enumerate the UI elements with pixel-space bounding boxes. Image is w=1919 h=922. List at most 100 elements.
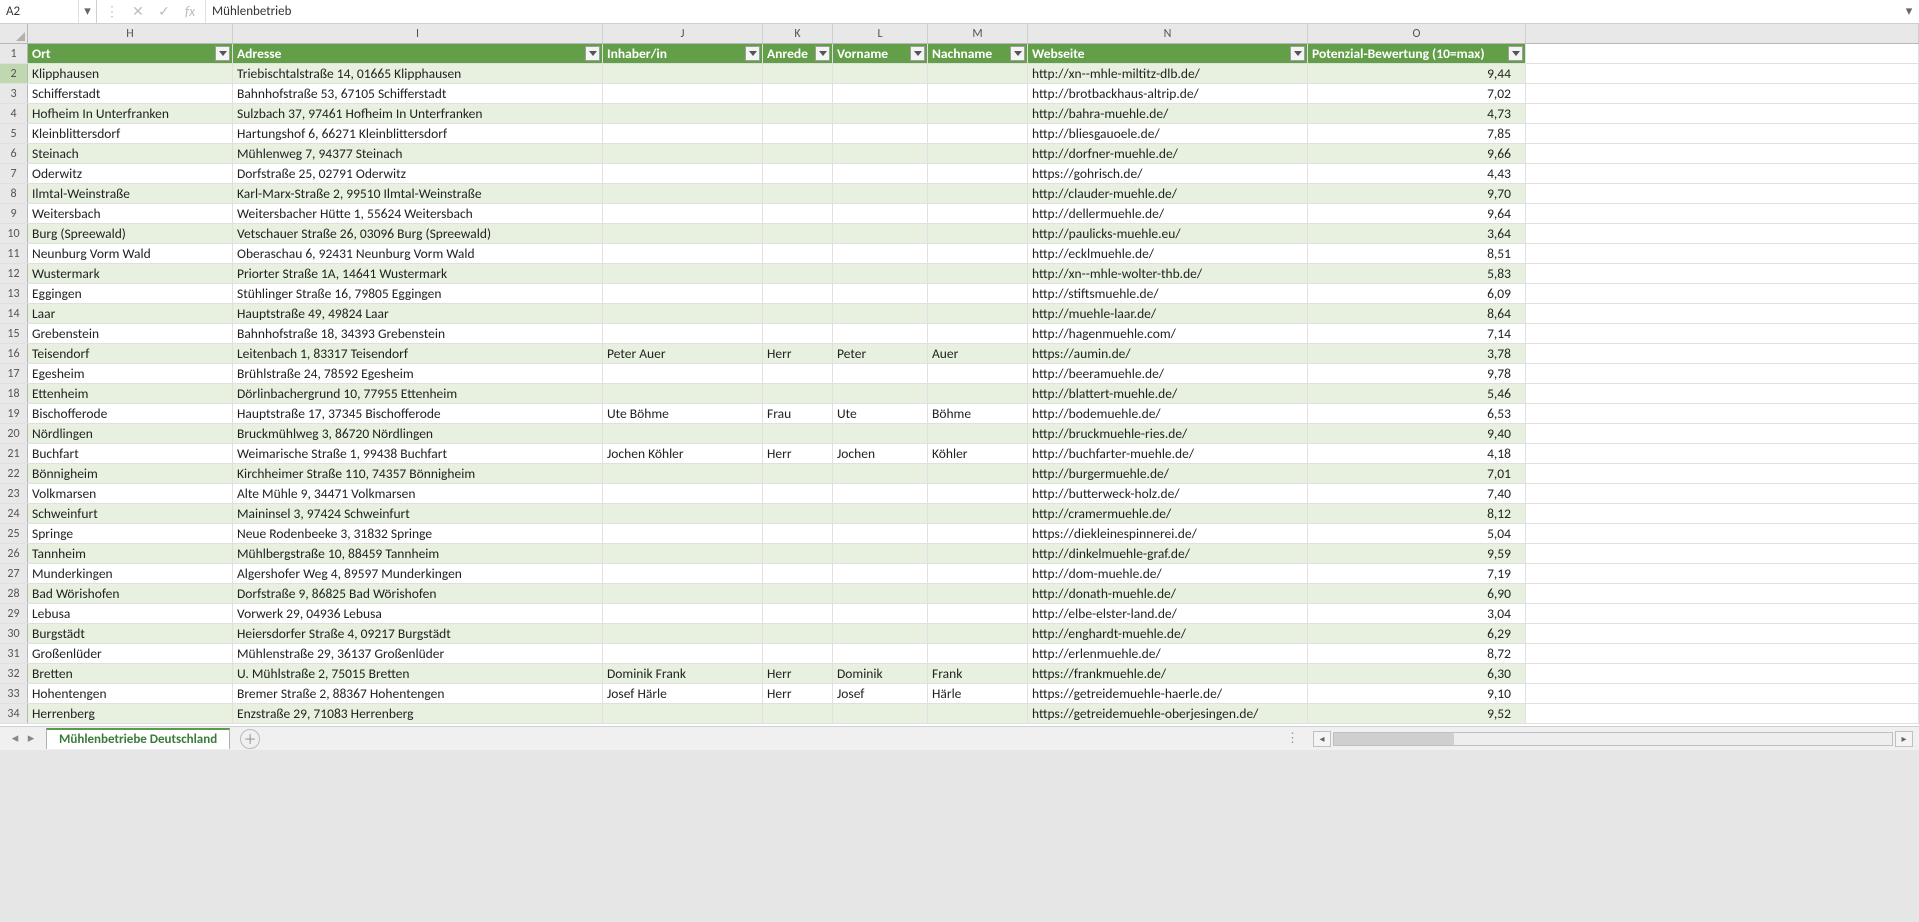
row-number[interactable]: 23 (0, 484, 28, 503)
cell-inhaber[interactable] (603, 64, 763, 83)
cell-webseite[interactable]: http://elbe-elster-land.de/ (1028, 604, 1308, 623)
filter-button-icon[interactable] (1290, 46, 1305, 61)
cell-vorname[interactable] (833, 164, 928, 183)
cell-webseite[interactable]: http://dorfner-muehle.de/ (1028, 144, 1308, 163)
filter-button-icon[interactable] (1010, 46, 1025, 61)
column-header-K[interactable]: K (763, 24, 833, 43)
scroll-thumb[interactable] (1334, 733, 1454, 745)
cell-webseite[interactable]: http://xn--mhle-miltitz-dlb.de/ (1028, 64, 1308, 83)
row-number[interactable]: 30 (0, 624, 28, 643)
cell-webseite[interactable]: http://buchfarter-muehle.de/ (1028, 444, 1308, 463)
cell-webseite[interactable]: http://dellermuehle.de/ (1028, 204, 1308, 223)
cell-vorname[interactable] (833, 464, 928, 483)
cell-ort[interactable]: Ilmtal-Weinstraße (28, 184, 233, 203)
cell-ort[interactable]: Wustermark (28, 264, 233, 283)
scroll-right-icon[interactable]: ▸ (1895, 731, 1913, 747)
cell-vorname[interactable] (833, 184, 928, 203)
cell-adresse[interactable]: Vetschauer Straße 26, 03096 Burg (Spreew… (233, 224, 603, 243)
cell-anrede[interactable] (763, 524, 833, 543)
cell-anrede[interactable] (763, 104, 833, 123)
cell-nachname[interactable] (928, 184, 1028, 203)
cell-nachname[interactable] (928, 324, 1028, 343)
cell-vorname[interactable]: Dominik (833, 664, 928, 683)
row-number[interactable]: 14 (0, 304, 28, 323)
cell-nachname[interactable] (928, 84, 1028, 103)
cell-anrede[interactable] (763, 184, 833, 203)
cell-webseite[interactable]: http://enghardt-muehle.de/ (1028, 624, 1308, 643)
column-header-O[interactable]: O (1308, 24, 1526, 43)
cell-adresse[interactable]: Weitersbacher Hütte 1, 55624 Weitersbach (233, 204, 603, 223)
cell-adresse[interactable]: Bahnhofstraße 18, 34393 Grebenstein (233, 324, 603, 343)
cell-adresse[interactable]: Leitenbach 1, 83317 Teisendorf (233, 344, 603, 363)
cell-anrede[interactable] (763, 364, 833, 383)
cell-webseite[interactable]: http://blattert-muehle.de/ (1028, 384, 1308, 403)
row-number[interactable]: 31 (0, 644, 28, 663)
cell-vorname[interactable] (833, 524, 928, 543)
cell-vorname[interactable] (833, 584, 928, 603)
cell-ort[interactable]: Hohentengen (28, 684, 233, 703)
cell-vorname[interactable] (833, 384, 928, 403)
cell-ort[interactable]: Egesheim (28, 364, 233, 383)
cell-vorname[interactable]: Peter (833, 344, 928, 363)
cell-webseite[interactable]: http://erlenmuehle.de/ (1028, 644, 1308, 663)
row-number[interactable]: 12 (0, 264, 28, 283)
cell-webseite[interactable]: http://cramermuehle.de/ (1028, 504, 1308, 523)
cell-inhaber[interactable] (603, 624, 763, 643)
cell-ort[interactable]: Teisendorf (28, 344, 233, 363)
cell-adresse[interactable]: Hauptstraße 17, 37345 Bischofferode (233, 404, 603, 423)
row-number[interactable]: 4 (0, 104, 28, 123)
cell-potenzial[interactable]: 7,01 (1308, 464, 1526, 483)
row-number[interactable]: 20 (0, 424, 28, 443)
cell-anrede[interactable] (763, 644, 833, 663)
cell-anrede[interactable] (763, 164, 833, 183)
cell-ort[interactable]: Buchfart (28, 444, 233, 463)
column-header-H[interactable]: H (28, 24, 233, 43)
cell-anrede[interactable] (763, 504, 833, 523)
cell-webseite[interactable]: https://gohrisch.de/ (1028, 164, 1308, 183)
row-number[interactable]: 28 (0, 584, 28, 603)
cell-vorname[interactable] (833, 264, 928, 283)
cell-webseite[interactable]: http://hagenmuehle.com/ (1028, 324, 1308, 343)
cell-webseite[interactable]: http://donath-muehle.de/ (1028, 584, 1308, 603)
cell-ort[interactable]: Lebusa (28, 604, 233, 623)
cell-potenzial[interactable]: 6,09 (1308, 284, 1526, 303)
row-number[interactable]: 26 (0, 544, 28, 563)
header-cell-anrede[interactable]: Anrede (763, 44, 833, 63)
cell-adresse[interactable]: Dörlinbachergrund 10, 77955 Ettenheim (233, 384, 603, 403)
cell-potenzial[interactable]: 9,52 (1308, 704, 1526, 723)
cell-potenzial[interactable]: 4,43 (1308, 164, 1526, 183)
cell-inhaber[interactable] (603, 224, 763, 243)
row-number[interactable]: 29 (0, 604, 28, 623)
row-number[interactable]: 25 (0, 524, 28, 543)
cell-potenzial[interactable]: 9,59 (1308, 544, 1526, 563)
row-number[interactable]: 17 (0, 364, 28, 383)
column-header-L[interactable]: L (833, 24, 928, 43)
cell-vorname[interactable]: Ute (833, 404, 928, 423)
cell-adresse[interactable]: Dorfstraße 25, 02791 Oderwitz (233, 164, 603, 183)
add-sheet-button[interactable]: ＋ (240, 729, 260, 749)
row-number[interactable]: 1 (0, 44, 28, 63)
column-header-I[interactable]: I (233, 24, 603, 43)
fx-icon[interactable]: fx (177, 3, 203, 20)
cell-adresse[interactable]: Kirchheimer Straße 110, 74357 Bönnigheim (233, 464, 603, 483)
cell-adresse[interactable]: Oberaschau 6, 92431 Neunburg Vorm Wald (233, 244, 603, 263)
row-number[interactable]: 16 (0, 344, 28, 363)
cell-nachname[interactable] (928, 284, 1028, 303)
cell-vorname[interactable] (833, 644, 928, 663)
cell-ort[interactable]: Springe (28, 524, 233, 543)
filter-button-icon[interactable] (910, 46, 925, 61)
cell-inhaber[interactable]: Jochen Köhler (603, 444, 763, 463)
cell-potenzial[interactable]: 9,66 (1308, 144, 1526, 163)
cell-webseite[interactable]: http://bodemuehle.de/ (1028, 404, 1308, 423)
cell-ort[interactable]: Großenlüder (28, 644, 233, 663)
cell-anrede[interactable] (763, 144, 833, 163)
cell-nachname[interactable] (928, 464, 1028, 483)
cell-inhaber[interactable] (603, 364, 763, 383)
cell-ort[interactable]: Kleinblittersdorf (28, 124, 233, 143)
cell-adresse[interactable]: Mühlenweg 7, 94377 Steinach (233, 144, 603, 163)
cell-vorname[interactable] (833, 144, 928, 163)
cell-webseite[interactable]: https://getreidemuehle-oberjesingen.de/ (1028, 704, 1308, 723)
header-cell-nachname[interactable]: Nachname (928, 44, 1028, 63)
name-box[interactable]: A2 (0, 0, 78, 23)
cell-nachname[interactable] (928, 104, 1028, 123)
